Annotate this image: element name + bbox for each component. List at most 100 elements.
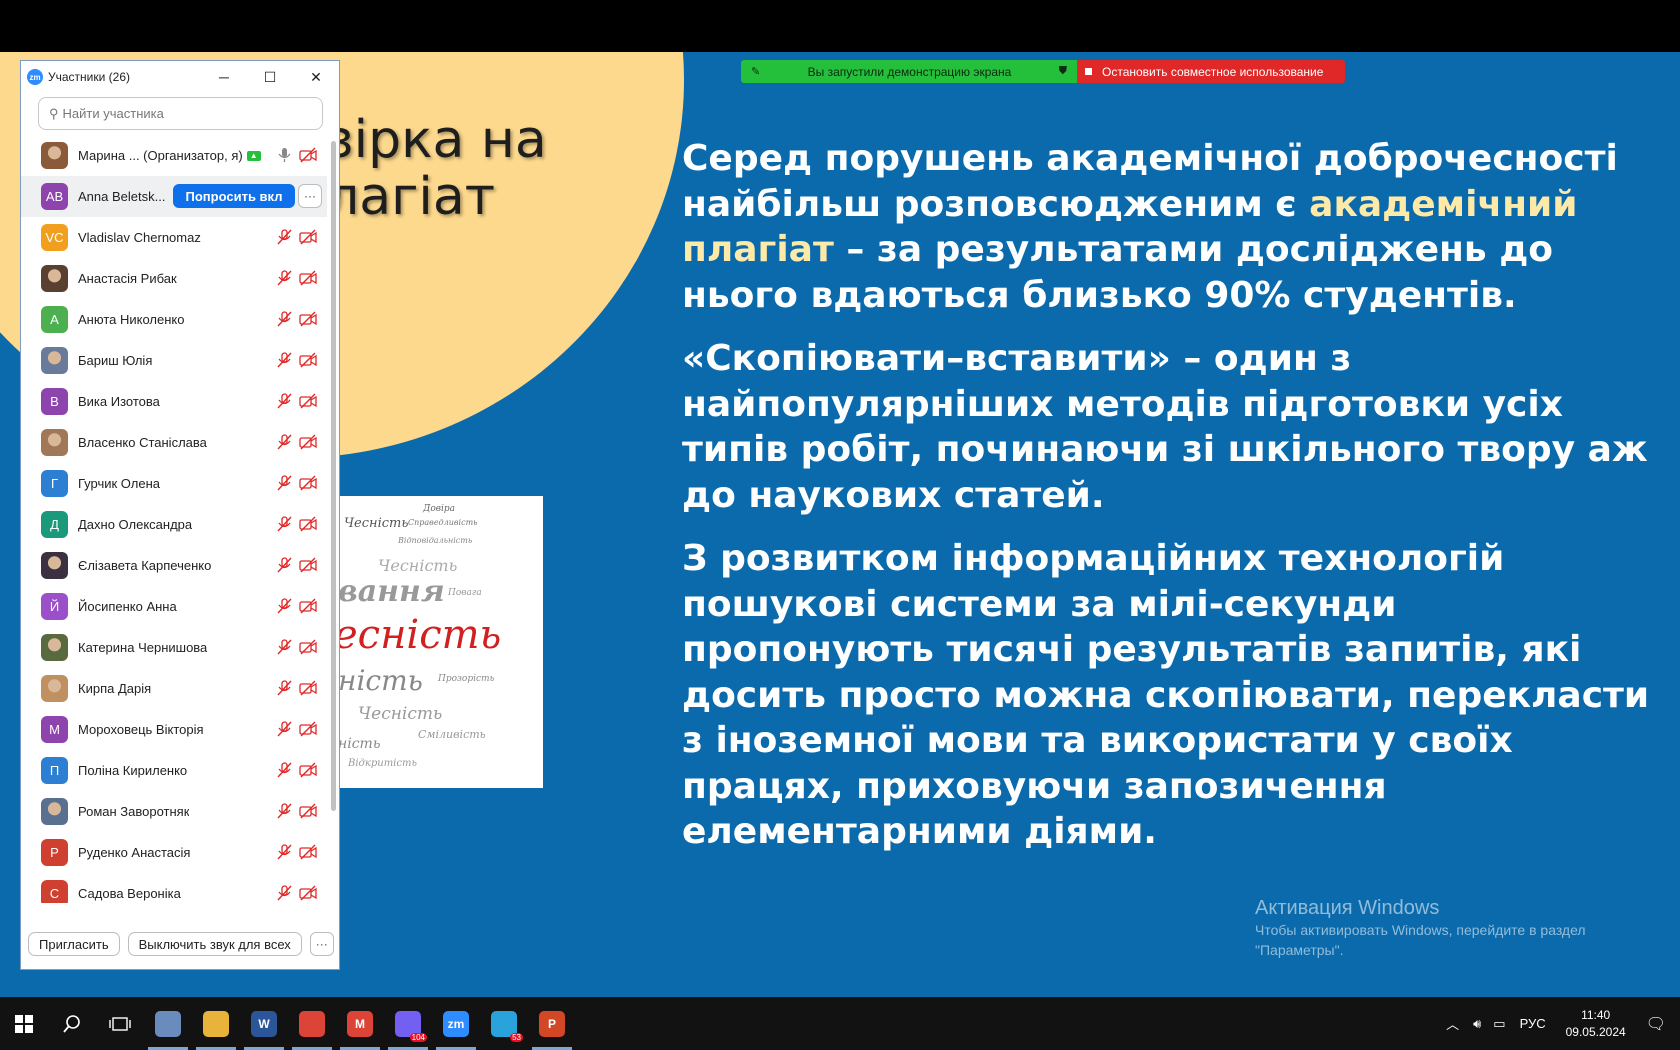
explorer-icon	[203, 1010, 229, 1037]
participants-titlebar[interactable]: zm Участники (26) ─ ☐ ✕	[21, 61, 339, 93]
taskbar-app-chrome[interactable]	[288, 997, 336, 1050]
participant-status-icons	[275, 557, 317, 578]
participant-status-icons	[275, 229, 317, 250]
participant-more-button[interactable]: ···	[298, 184, 322, 208]
mic-off-icon[interactable]	[275, 475, 293, 496]
taskbar-app-chrome-profile[interactable]: M	[336, 997, 384, 1050]
participant-row[interactable]: Марина ... (Организатор, я) ▲	[21, 135, 327, 176]
camera-off-icon[interactable]	[299, 270, 317, 291]
mic-off-icon[interactable]	[275, 557, 293, 578]
camera-off-icon[interactable]	[299, 229, 317, 250]
mic-off-icon[interactable]	[275, 516, 293, 537]
participant-row[interactable]: Кирпа Дарія	[21, 668, 327, 709]
camera-off-icon[interactable]	[299, 680, 317, 701]
mic-off-icon[interactable]	[275, 885, 293, 903]
maximize-icon: ☐	[263, 68, 277, 85]
invite-button[interactable]: Пригласить	[28, 932, 120, 956]
share-status[interactable]: ✎ Вы запустили демонстрацию экрана ⛊	[741, 60, 1077, 83]
participant-row[interactable]: AB Anna Beletsk... Попросить вкл ···	[21, 176, 327, 217]
windows-logo-icon	[15, 1014, 33, 1033]
task-view-button[interactable]	[96, 997, 144, 1050]
participant-status-icons	[275, 680, 317, 701]
avatar: С	[41, 880, 68, 903]
avatar	[41, 347, 68, 374]
participant-row[interactable]: Єлізавета Карпеченко	[21, 545, 327, 586]
mic-off-icon[interactable]	[275, 598, 293, 619]
wordcloud-word: Відкритість	[348, 758, 417, 769]
camera-off-icon[interactable]	[299, 762, 317, 783]
mic-off-icon[interactable]	[275, 352, 293, 373]
camera-off-icon[interactable]	[299, 639, 317, 660]
mic-off-icon[interactable]	[275, 844, 293, 865]
camera-off-icon[interactable]	[299, 721, 317, 742]
mic-off-icon[interactable]	[275, 270, 293, 291]
participant-row[interactable]: Р Руденко Анастасія	[21, 832, 327, 873]
mic-off-icon[interactable]	[275, 721, 293, 742]
taskbar-app-zoom[interactable]: zm	[432, 997, 480, 1050]
participant-row[interactable]: В Вика Изотова	[21, 381, 327, 422]
clock[interactable]: 11:40 09.05.2024	[1566, 1007, 1626, 1041]
slide-title: зірка на лагіат	[326, 110, 547, 227]
participant-list-scrollbar[interactable]	[331, 141, 336, 811]
taskbar-app-explorer[interactable]	[192, 997, 240, 1050]
mic-off-icon[interactable]	[275, 434, 293, 455]
mic-off-icon[interactable]	[275, 762, 293, 783]
participant-search-input[interactable]: ⚲ Найти участника	[38, 97, 323, 130]
camera-off-icon[interactable]	[299, 147, 317, 168]
taskbar-app-word[interactable]: W	[240, 997, 288, 1050]
participant-row[interactable]: М Мороховець Вікторія	[21, 709, 327, 750]
avatar	[41, 675, 68, 702]
participant-name: Гурчик Олена	[78, 476, 160, 491]
camera-off-icon[interactable]	[299, 598, 317, 619]
maximize-button[interactable]: ☐	[247, 61, 293, 93]
network-icon[interactable]: ▭	[1493, 1016, 1505, 1032]
participant-row[interactable]: Катерина Чернишова	[21, 627, 327, 668]
mic-off-icon[interactable]	[275, 229, 293, 250]
mic-off-icon[interactable]	[275, 393, 293, 414]
search-button[interactable]	[48, 997, 96, 1050]
mic-off-icon[interactable]	[275, 680, 293, 701]
camera-off-icon[interactable]	[299, 311, 317, 332]
mute-all-button[interactable]: Выключить звук для всех	[127, 932, 302, 956]
participant-row[interactable]: П Поліна Кириленко	[21, 750, 327, 791]
participant-row[interactable]: Власенко Станіслава	[21, 422, 327, 463]
stop-share-button[interactable]: Остановить совместное использование	[1077, 60, 1345, 83]
notification-icon[interactable]: 🗨︎	[1646, 1014, 1666, 1034]
participant-row[interactable]: VC Vladislav Chernomaz	[21, 217, 327, 258]
participant-row[interactable]: Д Дахно Олександра	[21, 504, 327, 545]
taskbar-app-viber[interactable]: 104	[384, 997, 432, 1050]
start-button[interactable]	[0, 997, 48, 1050]
mic-off-icon[interactable]	[275, 803, 293, 824]
camera-off-icon[interactable]	[299, 434, 317, 455]
more-options-button[interactable]: ···	[309, 932, 334, 956]
volume-icon[interactable]: 🔊︎	[1473, 1016, 1481, 1032]
camera-off-icon[interactable]	[299, 885, 317, 903]
mic-on-icon[interactable]	[275, 147, 293, 168]
ask-to-unmute-button[interactable]: Попросить вкл	[173, 184, 295, 208]
chevron-up-icon[interactable]: ︿	[1446, 1014, 1459, 1033]
camera-off-icon[interactable]	[299, 844, 317, 865]
camera-off-icon[interactable]	[299, 352, 317, 373]
participant-row[interactable]: Бариш Юлія	[21, 340, 327, 381]
participant-name: Анюта Николенко	[78, 312, 185, 327]
participant-row[interactable]: Г Гурчик Олена	[21, 463, 327, 504]
participant-row[interactable]: А Анюта Николенко	[21, 299, 327, 340]
minimize-button[interactable]: ─	[201, 61, 247, 93]
participant-row[interactable]: Анастасія Рибак	[21, 258, 327, 299]
taskbar-app-telegram[interactable]: 53	[480, 997, 528, 1050]
participant-row[interactable]: Роман Заворотняк	[21, 791, 327, 832]
participant-row[interactable]: Й Йосипенко Анна	[21, 586, 327, 627]
camera-off-icon[interactable]	[299, 475, 317, 496]
camera-off-icon[interactable]	[299, 516, 317, 537]
participant-row[interactable]: С Садова Вероніка	[21, 873, 327, 903]
activation-title: Активация Windows	[1255, 897, 1440, 919]
mic-off-icon[interactable]	[275, 639, 293, 660]
mic-off-icon[interactable]	[275, 311, 293, 332]
language-indicator[interactable]: РУС	[1520, 1016, 1546, 1031]
taskbar-app-powerpoint[interactable]: P	[528, 997, 576, 1050]
taskbar-app-paint[interactable]	[144, 997, 192, 1050]
camera-off-icon[interactable]	[299, 393, 317, 414]
camera-off-icon[interactable]	[299, 803, 317, 824]
close-button[interactable]: ✕	[293, 61, 339, 93]
camera-off-icon[interactable]	[299, 557, 317, 578]
